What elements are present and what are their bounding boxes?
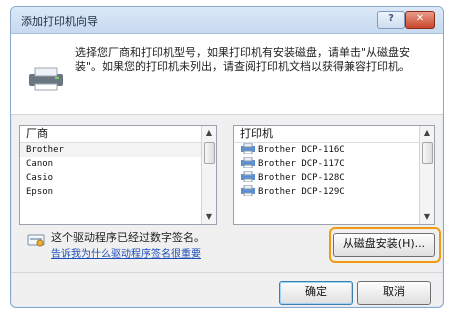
printer-model-icon <box>241 185 255 196</box>
manufacturer-item[interactable]: Canon <box>20 157 216 171</box>
help-button[interactable]: ? <box>377 11 405 29</box>
printer-item[interactable]: Brother DCP-116C <box>234 143 434 157</box>
cancel-button[interactable]: 取消 <box>357 281 431 305</box>
printer-item-label: Brother DCP-129C <box>258 187 345 197</box>
scroll-down-icon[interactable]: ▼ <box>202 210 216 224</box>
manufacturer-list[interactable]: 厂商 Brother Canon Casio Epson ▲ ▼ <box>19 125 217 225</box>
printer-item-label: Brother DCP-116C <box>258 145 345 155</box>
scroll-up-icon[interactable]: ▲ <box>202 126 216 140</box>
close-icon: ✕ <box>415 13 425 24</box>
printer-list-header: 打印机 <box>234 126 434 143</box>
signed-driver-icon <box>27 234 45 247</box>
signature-help-link[interactable]: 告诉我为什么驱动程序签名很重要 <box>51 245 201 260</box>
have-disk-button[interactable]: 从磁盘安装(H)... <box>333 233 435 257</box>
printer-model-icon <box>241 157 255 168</box>
help-icon: ? <box>388 13 394 24</box>
printer-item[interactable]: Brother DCP-117C <box>234 157 434 171</box>
printer-item[interactable]: Brother DCP-128C <box>234 171 434 185</box>
scroll-up-icon[interactable]: ▲ <box>420 126 434 140</box>
printer-model-icon <box>241 143 255 154</box>
printer-model-icon <box>241 171 255 182</box>
ok-button[interactable]: 确定 <box>279 281 353 305</box>
title-bar: 添加打印机向导 ? ✕ <box>11 7 443 34</box>
close-button[interactable]: ✕ <box>405 11 435 29</box>
add-printer-wizard-dialog: 添加打印机向导 ? ✕ 选择您厂商和打印机型号，如果打印机有安装磁盘，请单击"从… <box>10 6 444 308</box>
scroll-down-icon[interactable]: ▼ <box>420 210 434 224</box>
printer-item-label: Brother DCP-117C <box>258 159 345 169</box>
manufacturer-item[interactable]: Brother <box>20 143 216 157</box>
manufacturer-item[interactable]: Epson <box>20 185 216 199</box>
printer-item[interactable]: Brother DCP-129C <box>234 185 434 199</box>
intro-text: 选择您厂商和打印机型号，如果打印机有安装磁盘，请单击"从磁盘安装"。如果您的打印… <box>75 46 411 73</box>
divider <box>11 272 443 273</box>
scroll-thumb[interactable] <box>422 142 433 164</box>
manufacturer-list-header: 厂商 <box>20 126 216 143</box>
printer-item-label: Brother DCP-128C <box>258 173 345 183</box>
printer-scrollbar[interactable]: ▲ ▼ <box>419 126 434 224</box>
printer-icon <box>29 67 63 91</box>
manufacturer-item[interactable]: Casio <box>20 171 216 185</box>
manufacturer-scrollbar[interactable]: ▲ ▼ <box>201 126 216 224</box>
signature-text: 这个驱动程序已经过数字签名。 <box>51 231 205 244</box>
printer-list[interactable]: 打印机 Brother DCP-116C Brother DCP-117C Br… <box>233 125 435 225</box>
window-title: 添加打印机向导 <box>21 15 98 28</box>
scroll-thumb[interactable] <box>204 142 215 164</box>
wizard-header: 选择您厂商和打印机型号，如果打印机有安装磁盘，请单击"从磁盘安装"。如果您的打印… <box>11 34 443 115</box>
